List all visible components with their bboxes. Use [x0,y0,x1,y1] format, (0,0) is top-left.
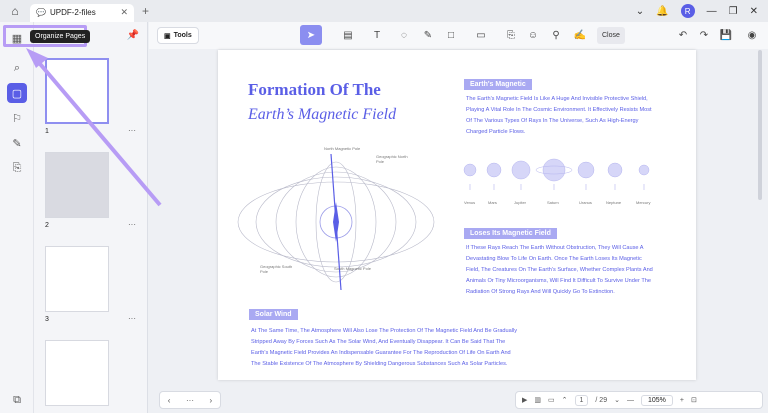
reading-mode-icon[interactable]: ▥ [534,396,541,404]
vertical-scrollbar[interactable] [758,50,762,200]
section-heading-loses-field: Loses Its Magnetic Field [464,228,557,239]
label-south-magnetic: South Magnetic Pole [334,266,371,271]
chevron-down-icon[interactable]: ⌄ [614,396,620,404]
magnetic-field-diagram [237,153,435,291]
tools-label: Tools [173,32,192,39]
close-button[interactable]: Close [597,27,625,44]
view-controls: ▶ ▥ ▭ ⌃ 1 / 29 ⌄ — 105% + ⊡ [515,391,763,409]
planet-label: Neptune [606,200,622,205]
toolbox-icon: ▣ [164,32,171,40]
tools-button[interactable]: ▣ Tools [157,27,199,44]
fit-page-icon[interactable]: ⊡ [691,396,697,404]
bottom-bar: ‹ ··· › ▶ ▥ ▭ ⌃ 1 / 29 ⌄ — 105% + ⊡ [149,388,768,413]
label-geo-south: Geographic South Pole [260,264,293,274]
planets-illustration [463,158,650,190]
pdf-page: Formation Of The Earth’s Magnetic Field … [218,50,696,380]
sticker-icon[interactable]: ☺ [526,25,540,45]
page-nav-group: ‹ ··· › [159,391,221,409]
redo-icon[interactable]: ↷ [697,25,711,45]
section-heading-earths-magnetic: Earth's Magnetic [464,79,532,90]
planet-label: Mercury [636,200,651,205]
page-title-line1: Formation Of The [248,80,381,99]
planet-label: Jupiter [514,200,527,205]
signature-icon[interactable]: ✍ [572,25,588,45]
page-number-input[interactable]: 1 [574,394,589,406]
zoom-out-icon[interactable]: — [627,397,634,404]
section3-text: At The Same Time, The Atmosphere Will Al… [251,328,518,367]
view-mode-icon[interactable]: ▤ [339,25,357,45]
page-title-line2: Earth’s Magnetic Field [248,106,397,123]
chevron-right-icon[interactable]: › [210,396,213,405]
stamp-icon[interactable]: ⚲ [548,25,564,45]
section2-text: If These Rays Reach The Earth Without Ob… [466,245,653,295]
shape-tool-icon[interactable]: □ [443,25,459,45]
select-tool-icon[interactable]: ➤ [300,25,322,45]
section-heading-solar-wind: Solar Wind [249,309,298,320]
planet-label: Saturn [547,200,559,205]
section1-text: The Earth's Magnetic Field Is Like A Hug… [466,96,652,135]
play-icon[interactable]: ▶ [522,396,527,404]
form-field-icon[interactable]: ▭ [472,25,490,45]
attach-tool-icon[interactable]: ⎘ [504,25,518,45]
planet-label: Mars [488,200,497,205]
text-tool-icon[interactable]: T [368,25,386,45]
label-geo-north: Geographic North Pole [376,154,408,164]
presentation-icon[interactable]: ▭ [548,396,555,404]
label-north-magnetic: North Magnetic Pole [324,146,361,151]
comment-tool-icon[interactable]: ◌ [396,25,412,45]
page-total: / 29 [595,396,608,404]
more-icon[interactable]: ··· [186,396,194,405]
ai-assistant-icon[interactable]: ◉ [745,25,759,45]
zoom-level[interactable]: 105% [640,394,673,406]
chevron-up-icon[interactable]: ⌃ [562,396,568,404]
planet-label: Venus [464,200,476,205]
highlighter-icon[interactable]: ✎ [420,25,436,45]
chevron-left-icon[interactable]: ‹ [168,396,171,405]
planet-label: Uranus [579,200,592,205]
zoom-in-icon[interactable]: + [680,397,684,404]
undo-icon[interactable]: ↶ [676,25,690,45]
save-icon[interactable]: 💾 [717,25,735,45]
